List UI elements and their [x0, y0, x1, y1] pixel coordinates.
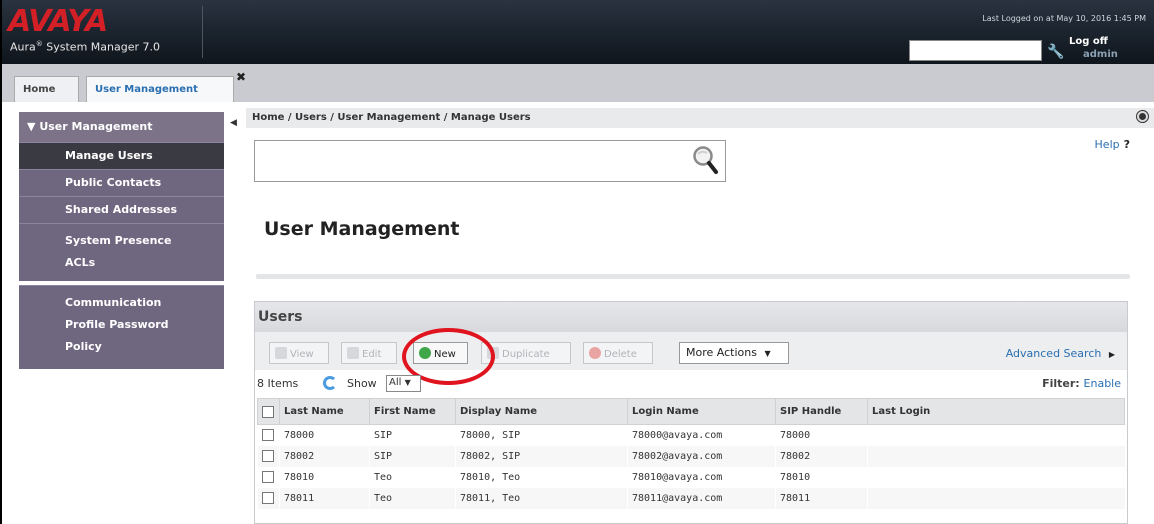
avaya-logo: AVAYA [8, 4, 108, 39]
refresh-icon[interactable] [323, 376, 337, 390]
sidebar-section-user-management[interactable]: ▼ User Management [19, 112, 224, 142]
col-last-login[interactable]: Last Login [867, 398, 1125, 425]
col-last-name[interactable]: Last Name [279, 398, 370, 425]
pencil-icon [347, 347, 359, 359]
logoff-button[interactable]: 🔧 Log off admin [1047, 36, 1151, 62]
table-row[interactable]: 78002 SIP 78002, SIP 78002@avaya.com 780… [257, 445, 1125, 467]
cell-last-name: 78011 [279, 487, 370, 509]
cell-last-name: 78010 [279, 466, 370, 488]
collapse-triangle-icon: ▼ [27, 120, 36, 133]
close-tab-icon[interactable]: ✖ [236, 70, 246, 84]
logoff-label: Log off [1069, 36, 1108, 47]
table-header-row: Last Name First Name Display Name Login … [257, 398, 1125, 425]
cell-display-name: 78011, Teo [455, 487, 628, 509]
users-toolbar: View Edit New Duplicate Delete More Acti… [255, 332, 1127, 370]
edit-button[interactable]: Edit [341, 342, 397, 364]
show-select[interactable]: All ▼ [386, 375, 421, 392]
chevron-down-icon: ▼ [764, 349, 771, 358]
filter-control: Filter: Enable [1042, 377, 1121, 390]
filter-enable-link[interactable]: Enable [1084, 377, 1121, 390]
cell-last-name: 78002 [279, 445, 370, 467]
help-link[interactable]: Help? [1095, 138, 1130, 151]
cell-sip-handle: 78010 [775, 466, 868, 488]
cell-last-name: 78000 [279, 424, 370, 446]
items-row: 8 Items Show All ▼ Filter: Enable [255, 372, 1127, 396]
cell-display-name: 78000, SIP [455, 424, 628, 446]
collapse-sidebar-icon[interactable]: ◀ [230, 118, 237, 128]
col-first-name[interactable]: First Name [369, 398, 456, 425]
more-actions-dropdown[interactable]: More Actions ▼ [679, 342, 789, 364]
cell-last-login [867, 445, 1125, 467]
cell-first-name: SIP [369, 445, 456, 467]
page-title: User Management [264, 218, 460, 240]
cell-last-login [867, 424, 1125, 446]
view-icon [275, 347, 287, 359]
app-header: AVAYA Aura® System Manager 7.0 Last Logg… [0, 0, 1154, 64]
row-checkbox[interactable] [262, 450, 274, 462]
divider [256, 274, 1130, 279]
advanced-search-link[interactable]: Advanced Search ▶ [1006, 347, 1115, 360]
chevron-down-icon: ▼ [404, 378, 411, 387]
users-panel: Users View Edit New Duplicate Delete Mor… [254, 301, 1128, 524]
users-table: Last Name First Name Display Name Login … [257, 398, 1125, 509]
sidebar-item-system-presence-acls[interactable]: System Presence ACLs [19, 223, 224, 281]
sidebar: ▼ User Management Manage Users Public Co… [0, 102, 237, 524]
search-icon[interactable] [692, 145, 718, 175]
tab-home[interactable]: Home [14, 76, 79, 102]
sidebar-item-communication-profile-password-policy[interactable]: Communication Profile Password Policy [19, 285, 224, 369]
delete-button[interactable]: Delete [583, 342, 653, 364]
table-row[interactable]: 78010 Teo 78010, Teo 78010@avaya.com 780… [257, 466, 1125, 488]
cell-sip-handle: 78002 [775, 445, 868, 467]
sidebar-item-shared-addresses[interactable]: Shared Addresses [19, 196, 224, 223]
delete-icon [589, 347, 601, 359]
table-row[interactable]: 78000 SIP 78000, SIP 78000@avaya.com 780… [257, 424, 1125, 446]
table-row[interactable]: 78011 Teo 78011, Teo 78011@avaya.com 780… [257, 487, 1125, 509]
row-checkbox[interactable] [262, 492, 274, 504]
tab-bar: Home User Management ✖ [0, 64, 1154, 102]
cell-last-login [867, 466, 1125, 488]
cell-first-name: Teo [369, 487, 456, 509]
main-content: Home / Users / User Management / Manage … [246, 102, 1154, 524]
last-logged-text: Last Logged on at May 10, 2016 1:45 PM [982, 14, 1146, 23]
row-checkbox[interactable] [262, 429, 274, 442]
cell-first-name: Teo [369, 466, 456, 488]
col-display-name[interactable]: Display Name [455, 398, 628, 425]
cell-first-name: SIP [369, 424, 456, 446]
cell-display-name: 78002, SIP [455, 445, 628, 467]
cell-sip-handle: 78011 [775, 487, 868, 509]
help-icon: ? [1123, 138, 1130, 151]
items-count: 8 Items [257, 377, 299, 390]
select-all-checkbox[interactable] [262, 405, 274, 418]
users-panel-title: Users [255, 302, 1127, 332]
show-label: Show [347, 377, 377, 390]
view-button[interactable]: View [269, 342, 329, 364]
cell-last-login [867, 487, 1125, 509]
header-divider [202, 6, 203, 58]
user-name: admin [1083, 49, 1118, 60]
wrench-icon: 🔧 [1047, 44, 1065, 60]
sidebar-item-public-contacts[interactable]: Public Contacts [19, 169, 224, 196]
product-name: Aura® System Manager 7.0 [10, 40, 160, 54]
arrow-right-icon: ▶ [1108, 350, 1115, 359]
cell-login-name: 78000@avaya.com [627, 424, 776, 446]
cell-login-name: 78010@avaya.com [627, 466, 776, 488]
cell-sip-handle: 78000 [775, 424, 868, 446]
sidebar-item-manage-users[interactable]: Manage Users [19, 142, 224, 169]
cell-login-name: 78011@avaya.com [627, 487, 776, 509]
col-login-name[interactable]: Login Name [627, 398, 776, 425]
cell-display-name: 78010, Teo [455, 466, 628, 488]
tab-user-management[interactable]: User Management [86, 76, 234, 102]
breadcrumb: Home / Users / User Management / Manage … [246, 108, 1154, 128]
col-sip-handle[interactable]: SIP Handle [775, 398, 868, 425]
search-input[interactable] [254, 140, 726, 182]
settings-icon[interactable] [1137, 111, 1148, 122]
header-search-input[interactable] [909, 40, 1042, 61]
row-checkbox[interactable] [262, 471, 274, 483]
cell-login-name: 78002@avaya.com [627, 445, 776, 467]
